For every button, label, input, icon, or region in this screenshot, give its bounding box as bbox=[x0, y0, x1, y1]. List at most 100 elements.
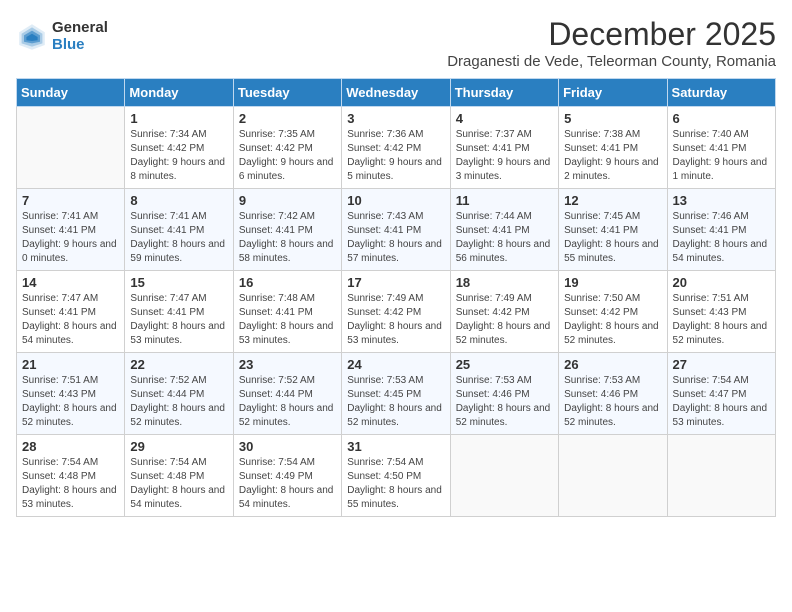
day-detail: Sunrise: 7:41 AMSunset: 4:41 PMDaylight:… bbox=[130, 210, 227, 266]
day-number: 16 bbox=[239, 275, 336, 290]
day-detail: Sunrise: 7:43 AMSunset: 4:41 PMDaylight:… bbox=[347, 210, 444, 266]
day-number: 11 bbox=[456, 193, 553, 208]
calendar-cell: 1 Sunrise: 7:34 AMSunset: 4:42 PMDaylight… bbox=[125, 107, 233, 189]
day-detail: Sunrise: 7:35 AMSunset: 4:42 PMDaylight:… bbox=[239, 128, 336, 184]
day-detail: Sunrise: 7:53 AMSunset: 4:45 PMDaylight:… bbox=[347, 374, 444, 430]
day-number: 27 bbox=[673, 357, 770, 372]
calendar-cell: 14 Sunrise: 7:47 AMSunset: 4:41 PMDayligh… bbox=[17, 271, 125, 353]
day-detail: Sunrise: 7:45 AMSunset: 4:41 PMDaylight:… bbox=[564, 210, 661, 266]
day-number: 21 bbox=[22, 357, 119, 372]
day-number: 13 bbox=[673, 193, 770, 208]
day-detail: Sunrise: 7:38 AMSunset: 4:41 PMDaylight:… bbox=[564, 128, 661, 184]
calendar-cell: 2 Sunrise: 7:35 AMSunset: 4:42 PMDaylight… bbox=[233, 107, 341, 189]
calendar-cell: 8 Sunrise: 7:41 AMSunset: 4:41 PMDaylight… bbox=[125, 189, 233, 271]
day-detail: Sunrise: 7:54 AMSunset: 4:50 PMDaylight:… bbox=[347, 456, 444, 512]
day-detail: Sunrise: 7:49 AMSunset: 4:42 PMDaylight:… bbox=[347, 292, 444, 348]
day-detail: Sunrise: 7:51 AMSunset: 4:43 PMDaylight:… bbox=[22, 374, 119, 430]
calendar-cell: 20Sunrise: 7:51 AMSunset: 4:43 PMDayligh… bbox=[667, 271, 775, 353]
day-number: 14 bbox=[22, 275, 119, 290]
day-detail: Sunrise: 7:49 AMSunset: 4:42 PMDaylight:… bbox=[456, 292, 553, 348]
day-header-sunday: Sunday bbox=[17, 79, 125, 107]
day-number: 7 bbox=[22, 193, 119, 208]
calendar-cell: 6Sunrise: 7:40 AMSunset: 4:41 PMDaylight… bbox=[667, 107, 775, 189]
day-number: 9 bbox=[239, 193, 336, 208]
day-number: 17 bbox=[347, 275, 444, 290]
day-header-tuesday: Tuesday bbox=[233, 79, 341, 107]
day-number: 28 bbox=[22, 439, 119, 454]
week-row-5: 28 Sunrise: 7:54 AMSunset: 4:48 PMDayligh… bbox=[17, 435, 776, 517]
day-detail: Sunrise: 7:54 AMSunset: 4:48 PMDaylight:… bbox=[22, 456, 119, 512]
calendar-cell: 31 Sunrise: 7:54 AMSunset: 4:50 PMDayligh… bbox=[342, 435, 450, 517]
calendar-cell bbox=[559, 435, 667, 517]
day-detail: Sunrise: 7:41 AMSunset: 4:41 PMDaylight:… bbox=[22, 210, 119, 266]
logo-blue: Blue bbox=[52, 37, 108, 54]
calendar-cell: 29 Sunrise: 7:54 AMSunset: 4:48 PMDayligh… bbox=[125, 435, 233, 517]
day-header-saturday: Saturday bbox=[667, 79, 775, 107]
logo-text: General Blue bbox=[52, 20, 108, 53]
day-number: 23 bbox=[239, 357, 336, 372]
month-title: December 2025 bbox=[447, 16, 776, 53]
day-number: 1 bbox=[130, 111, 227, 126]
day-number: 19 bbox=[564, 275, 661, 290]
calendar-cell: 24 Sunrise: 7:53 AMSunset: 4:45 PMDayligh… bbox=[342, 353, 450, 435]
day-number: 22 bbox=[130, 357, 227, 372]
calendar-cell bbox=[450, 435, 558, 517]
day-detail: Sunrise: 7:53 AMSunset: 4:46 PMDaylight:… bbox=[456, 374, 553, 430]
day-number: 24 bbox=[347, 357, 444, 372]
day-detail: Sunrise: 7:46 AMSunset: 4:41 PMDaylight:… bbox=[673, 210, 770, 266]
day-detail: Sunrise: 7:54 AMSunset: 4:48 PMDaylight:… bbox=[130, 456, 227, 512]
calendar-cell: 4 Sunrise: 7:37 AMSunset: 4:41 PMDaylight… bbox=[450, 107, 558, 189]
day-detail: Sunrise: 7:34 AMSunset: 4:42 PMDaylight:… bbox=[130, 128, 227, 184]
logo-icon bbox=[16, 21, 48, 53]
day-number: 25 bbox=[456, 357, 553, 372]
calendar-table: SundayMondayTuesdayWednesdayThursdayFrid… bbox=[16, 78, 776, 517]
calendar-cell: 26Sunrise: 7:53 AMSunset: 4:46 PMDayligh… bbox=[559, 353, 667, 435]
day-header-wednesday: Wednesday bbox=[342, 79, 450, 107]
day-number: 10 bbox=[347, 193, 444, 208]
week-row-4: 21 Sunrise: 7:51 AMSunset: 4:43 PMDayligh… bbox=[17, 353, 776, 435]
logo: General Blue bbox=[16, 20, 108, 53]
week-row-1: 1 Sunrise: 7:34 AMSunset: 4:42 PMDaylight… bbox=[17, 107, 776, 189]
calendar-cell: 10 Sunrise: 7:43 AMSunset: 4:41 PMDayligh… bbox=[342, 189, 450, 271]
day-detail: Sunrise: 7:51 AMSunset: 4:43 PMDaylight:… bbox=[673, 292, 770, 348]
week-row-2: 7 Sunrise: 7:41 AMSunset: 4:41 PMDaylight… bbox=[17, 189, 776, 271]
calendar-cell: 3 Sunrise: 7:36 AMSunset: 4:42 PMDaylight… bbox=[342, 107, 450, 189]
day-header-monday: Monday bbox=[125, 79, 233, 107]
day-detail: Sunrise: 7:50 AMSunset: 4:42 PMDaylight:… bbox=[564, 292, 661, 348]
day-number: 2 bbox=[239, 111, 336, 126]
day-number: 3 bbox=[347, 111, 444, 126]
calendar-cell: 9 Sunrise: 7:42 AMSunset: 4:41 PMDaylight… bbox=[233, 189, 341, 271]
day-detail: Sunrise: 7:42 AMSunset: 4:41 PMDaylight:… bbox=[239, 210, 336, 266]
calendar-cell: 22Sunrise: 7:52 AMSunset: 4:44 PMDayligh… bbox=[125, 353, 233, 435]
calendar-cell: 18Sunrise: 7:49 AMSunset: 4:42 PMDayligh… bbox=[450, 271, 558, 353]
calendar-cell: 23Sunrise: 7:52 AMSunset: 4:44 PMDayligh… bbox=[233, 353, 341, 435]
day-detail: Sunrise: 7:47 AMSunset: 4:41 PMDaylight:… bbox=[22, 292, 119, 348]
calendar-cell bbox=[17, 107, 125, 189]
header-row: SundayMondayTuesdayWednesdayThursdayFrid… bbox=[17, 79, 776, 107]
week-row-3: 14 Sunrise: 7:47 AMSunset: 4:41 PMDayligh… bbox=[17, 271, 776, 353]
day-number: 31 bbox=[347, 439, 444, 454]
day-detail: Sunrise: 7:47 AMSunset: 4:41 PMDaylight:… bbox=[130, 292, 227, 348]
page-header: General Blue December 2025 Draganesti de… bbox=[16, 16, 776, 70]
calendar-cell: 19 Sunrise: 7:50 AMSunset: 4:42 PMDayligh… bbox=[559, 271, 667, 353]
day-header-friday: Friday bbox=[559, 79, 667, 107]
day-detail: Sunrise: 7:36 AMSunset: 4:42 PMDaylight:… bbox=[347, 128, 444, 184]
day-detail: Sunrise: 7:48 AMSunset: 4:41 PMDaylight:… bbox=[239, 292, 336, 348]
day-detail: Sunrise: 7:44 AMSunset: 4:41 PMDaylight:… bbox=[456, 210, 553, 266]
day-number: 4 bbox=[456, 111, 553, 126]
calendar-cell: 11 Sunrise: 7:44 AMSunset: 4:41 PMDayligh… bbox=[450, 189, 558, 271]
day-header-thursday: Thursday bbox=[450, 79, 558, 107]
day-number: 15 bbox=[130, 275, 227, 290]
day-number: 8 bbox=[130, 193, 227, 208]
day-number: 29 bbox=[130, 439, 227, 454]
calendar-cell: 30Sunrise: 7:54 AMSunset: 4:49 PMDayligh… bbox=[233, 435, 341, 517]
location-subtitle: Draganesti de Vede, Teleorman County, Ro… bbox=[447, 53, 776, 70]
day-number: 6 bbox=[673, 111, 770, 126]
day-number: 5 bbox=[564, 111, 661, 126]
day-detail: Sunrise: 7:54 AMSunset: 4:49 PMDaylight:… bbox=[239, 456, 336, 512]
day-detail: Sunrise: 7:37 AMSunset: 4:41 PMDaylight:… bbox=[456, 128, 553, 184]
calendar-cell: 15 Sunrise: 7:47 AMSunset: 4:41 PMDayligh… bbox=[125, 271, 233, 353]
calendar-cell: 27 Sunrise: 7:54 AMSunset: 4:47 PMDayligh… bbox=[667, 353, 775, 435]
calendar-cell: 12Sunrise: 7:45 AMSunset: 4:41 PMDayligh… bbox=[559, 189, 667, 271]
day-detail: Sunrise: 7:54 AMSunset: 4:47 PMDaylight:… bbox=[673, 374, 770, 430]
